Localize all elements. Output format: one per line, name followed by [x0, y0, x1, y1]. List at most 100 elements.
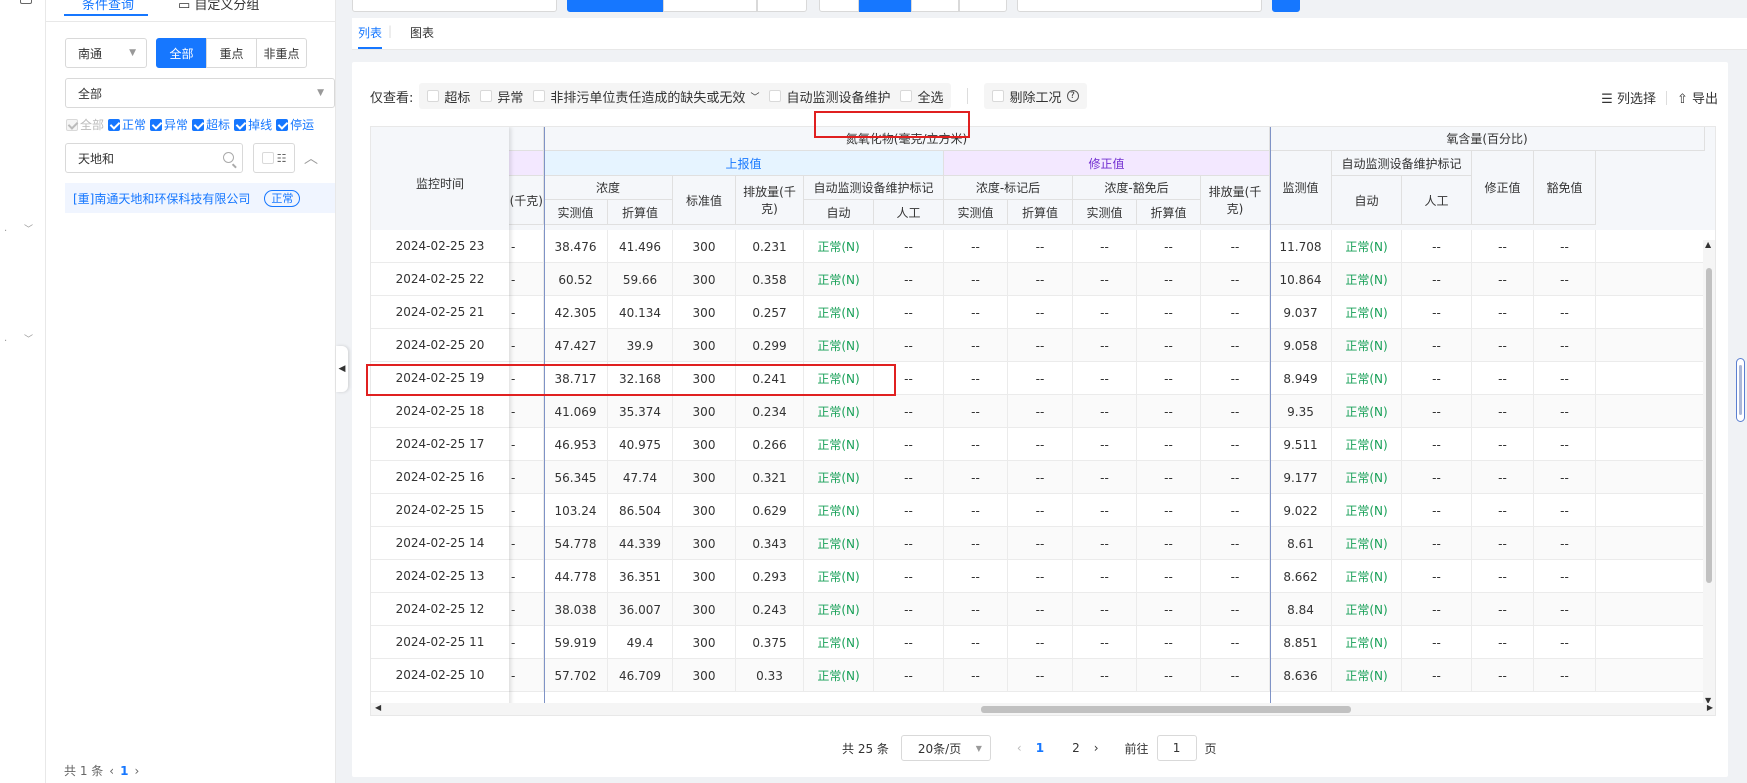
table-cell: 正常(N) — [1332, 527, 1402, 560]
filter-select-all[interactable]: 全选 — [900, 87, 943, 106]
status-stopped[interactable]: 停运 — [276, 116, 314, 133]
table-cell: 0.257 — [736, 296, 804, 329]
toolbar-button-primary[interactable] — [567, 0, 663, 12]
region-select[interactable]: 南通 ▼ — [65, 38, 147, 68]
nav-dot: · — [4, 226, 8, 237]
goto-page-input[interactable]: 1 — [1156, 735, 1197, 761]
filter-exceed[interactable]: 超标 — [427, 87, 470, 106]
table-cell: -- — [944, 362, 1008, 395]
status-abnormal[interactable]: 异常 — [150, 116, 188, 133]
page-2[interactable]: 2 — [1072, 741, 1080, 755]
table-cell: -- — [1472, 626, 1534, 659]
company-search-input[interactable]: 天地和 — [65, 143, 243, 173]
table-row: -42.305 40.134 300 0.257 正常(N) -- -- -- -- -- -- 9.… — [371, 296, 1715, 329]
chevron-up-icon[interactable]: ︿ — [304, 148, 318, 168]
column-divider — [544, 127, 545, 715]
search-button[interactable] — [1272, 0, 1300, 12]
status-offline[interactable]: 掉线 — [234, 116, 272, 133]
period-button[interactable] — [911, 0, 959, 12]
toolbar-button[interactable] — [757, 0, 807, 12]
period-button[interactable] — [959, 0, 1007, 12]
table-cell: 正常(N) — [1332, 626, 1402, 659]
segment-all[interactable]: 全部 — [156, 38, 207, 68]
table-cell: 300 — [673, 230, 736, 263]
search-icon[interactable] — [223, 152, 234, 163]
chevron-down-icon[interactable]: ﹀ — [24, 222, 33, 235]
filter-abnormal[interactable]: 异常 — [480, 87, 523, 106]
table-cell: - — [509, 329, 544, 362]
sidebar-total: 共 1 条 — [64, 764, 104, 778]
tab-list[interactable]: 列表 — [358, 24, 383, 49]
page-1[interactable]: 1 — [1036, 741, 1044, 755]
filter-option-label: 超标 — [444, 90, 471, 106]
arrow-right-icon[interactable]: ▶ — [1707, 703, 1713, 712]
status-label: 全部 — [80, 118, 105, 132]
checkbox — [427, 90, 440, 102]
period-button-active[interactable] — [859, 0, 911, 12]
table-cell: -- — [874, 329, 944, 362]
page-scrollbar[interactable] — [1736, 358, 1745, 422]
tab-custom-group[interactable]: ▭ 自定义分组 — [178, 0, 259, 13]
table-cell: -- — [1201, 494, 1270, 527]
table-cell: -- — [1137, 593, 1201, 626]
export-button[interactable]: ⇧ 导出 — [1677, 88, 1718, 107]
header-partial-emission: (千克) — [509, 176, 544, 225]
divider — [1665, 90, 1667, 105]
scroll-thumb[interactable] — [981, 706, 1351, 713]
table-cell: -- — [1534, 527, 1596, 560]
chevron-left-icon[interactable]: ‹ — [1017, 741, 1022, 755]
arrow-left-icon[interactable]: ◀ — [375, 703, 381, 712]
vertical-scrollbar[interactable]: ▲ ▼ — [1703, 240, 1715, 705]
table-cell: 9.177 — [1270, 461, 1332, 494]
scroll-thumb[interactable] — [1706, 268, 1712, 583]
table-cell: 0.293 — [736, 560, 804, 593]
horizontal-scrollbar[interactable]: ◀ ▶ — [371, 703, 1715, 715]
help-icon[interactable]: ? — [1066, 90, 1079, 102]
table-cell: 300 — [673, 329, 736, 362]
header-time: 监控时间 — [371, 127, 509, 240]
date-range-picker[interactable] — [1017, 0, 1262, 12]
table-cell: -- — [1402, 626, 1472, 659]
company-list-item[interactable]: [重]南通天地和环保科技有限公司 正常 — [65, 183, 335, 213]
header-emission: 排放量(千克) — [736, 176, 804, 225]
tree-toggle-button[interactable]: ☷ — [253, 143, 295, 173]
table-cell: 49.4 — [608, 626, 673, 659]
chevron-right-icon[interactable]: › — [134, 764, 139, 778]
table-row: -54.778 44.339 300 0.343 正常(N) -- -- -- -- -- -- 8.… — [371, 527, 1715, 560]
status-normal[interactable]: 正常 — [108, 116, 146, 133]
segment-key[interactable]: 重点 — [206, 38, 257, 68]
nav-dot: · — [4, 336, 8, 347]
table-cell: -- — [1201, 593, 1270, 626]
page-size-select[interactable]: 20条/页 ▼ — [900, 735, 991, 761]
status-all[interactable]: 全部 — [66, 116, 104, 133]
tab-chart[interactable]: 图表 — [410, 24, 434, 41]
segment-non-key[interactable]: 非重点 — [256, 38, 307, 68]
chevron-left-icon[interactable]: ‹ — [109, 764, 114, 778]
status-exceed[interactable]: 超标 — [192, 116, 230, 133]
device-select[interactable] — [352, 0, 557, 12]
tab-condition-query[interactable]: 条件查询 — [64, 0, 148, 16]
time-cell: 2024-02-25 20 — [371, 329, 509, 362]
exclude-group: 剔除工况? — [984, 83, 1087, 109]
chevron-down-icon[interactable]: ﹀ — [24, 332, 33, 345]
toolbar-button[interactable] — [663, 0, 757, 12]
filter-maintenance[interactable]: 自动监测设备维护 — [769, 87, 890, 106]
filter-exclude-condition[interactable]: 剔除工况? — [992, 87, 1079, 106]
table-cell: -- — [1137, 395, 1201, 428]
table-cell: -- — [1073, 428, 1137, 461]
nav-top-icon[interactable] — [20, 0, 32, 4]
chevron-right-icon[interactable]: › — [1094, 741, 1099, 755]
header-cell — [509, 127, 544, 151]
arrow-up-icon[interactable]: ▲ — [1705, 240, 1711, 249]
scope-select[interactable]: 全部 ▼ — [65, 78, 335, 108]
column-select-button[interactable]: ☰ 列选择 — [1601, 88, 1656, 107]
table-cell: - — [509, 296, 544, 329]
chevron-down-icon: ▼ — [975, 743, 982, 753]
sidebar-page[interactable]: 1 — [120, 764, 128, 778]
collapse-sidebar-button[interactable]: ◀ — [336, 346, 348, 392]
table-cell: -- — [1073, 395, 1137, 428]
table-cell: -- — [944, 593, 1008, 626]
filter-missing-invalid[interactable]: 非排污单位责任造成的缺失或无效 ﹀ — [533, 87, 759, 106]
period-button[interactable] — [819, 0, 859, 12]
table-cell: -- — [1534, 395, 1596, 428]
